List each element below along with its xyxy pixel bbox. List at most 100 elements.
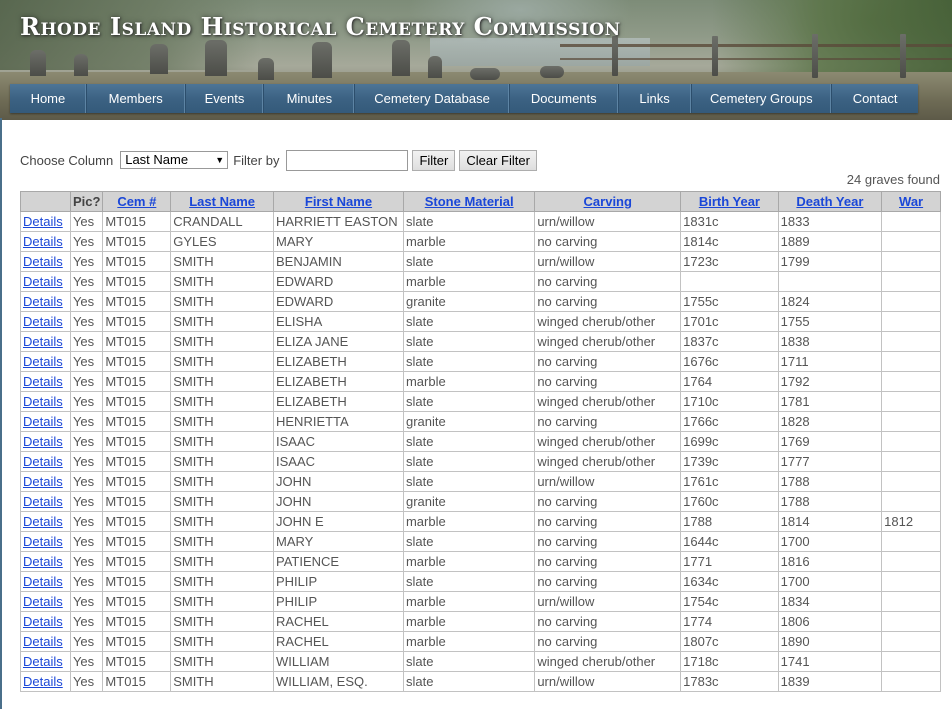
death-year-cell: 1833 (777, 211, 883, 232)
sort-death-year-link[interactable]: Death Year (796, 194, 863, 209)
graves-table: Pic? Cem # Last Name First Name Stone Ma… (20, 191, 941, 692)
war-cell (881, 411, 941, 432)
stone-material-cell: granite (402, 291, 536, 312)
sort-cem-number-link[interactable]: Cem # (117, 194, 156, 209)
pic-cell: Yes (69, 291, 104, 312)
details-link[interactable]: Details (23, 414, 63, 429)
details-cell: Details (20, 671, 71, 692)
pic-cell: Yes (69, 591, 104, 612)
nav-links[interactable]: Links (619, 84, 692, 113)
table-row: Details Yes MT015 SMITH JOHN granite no carvin… (20, 491, 941, 512)
details-link[interactable]: Details (23, 234, 63, 249)
birth-year-cell: 1761c (680, 471, 779, 492)
details-cell: Details (20, 431, 71, 452)
birth-year-cell: 1837c (680, 331, 779, 352)
sort-last-name-link[interactable]: Last Name (189, 194, 255, 209)
carving-cell: winged cherub/other (534, 431, 682, 452)
nav-home[interactable]: Home (10, 84, 87, 113)
cem-number-cell: MT015 (102, 551, 172, 572)
sort-carving-link[interactable]: Carving (584, 194, 632, 209)
filter-controls: Choose Column Last Name ▼ Filter by Filt… (20, 149, 537, 171)
birth-year-cell: 1739c (680, 451, 779, 472)
cem-number-cell: MT015 (102, 431, 172, 452)
death-year-cell: 1834 (777, 591, 883, 612)
war-cell (881, 491, 941, 512)
details-link[interactable]: Details (23, 674, 63, 689)
war-cell (881, 591, 941, 612)
birth-year-cell: 1710c (680, 391, 779, 412)
death-year-cell (777, 271, 883, 292)
details-link[interactable]: Details (23, 594, 63, 609)
nav-contact[interactable]: Contact (832, 84, 918, 113)
header-stone-material: Stone Material (402, 191, 536, 212)
details-link[interactable]: Details (23, 514, 63, 529)
sort-stone-material-link[interactable]: Stone Material (425, 194, 514, 209)
pic-cell: Yes (69, 451, 104, 472)
birth-year-cell: 1783c (680, 671, 779, 692)
first-name-cell: HARRIETT EASTON (273, 211, 404, 232)
details-cell: Details (20, 371, 71, 392)
details-cell: Details (20, 551, 71, 572)
birth-year-cell: 1831c (680, 211, 779, 232)
last-name-cell: SMITH (170, 631, 274, 652)
war-cell (881, 531, 941, 552)
birth-year-cell: 1764 (680, 371, 779, 392)
table-row: Details Yes MT015 SMITH JOHN Emarble no carvi… (20, 511, 941, 532)
details-link[interactable]: Details (23, 214, 63, 229)
carving-cell: no carving (534, 611, 682, 632)
nav-cemetery-groups[interactable]: Cemetery Groups (692, 84, 833, 113)
sort-war-link[interactable]: War (899, 194, 923, 209)
nav-events[interactable]: Events (186, 84, 265, 113)
death-year-cell: 1890 (777, 631, 883, 652)
birth-year-cell: 1754c (680, 591, 779, 612)
details-link[interactable]: Details (23, 254, 63, 269)
nav-documents[interactable]: Documents (510, 84, 619, 113)
details-link[interactable]: Details (23, 294, 63, 309)
banner-fence-rail (560, 58, 952, 60)
details-link[interactable]: Details (23, 434, 63, 449)
sort-birth-year-link[interactable]: Birth Year (699, 194, 760, 209)
details-link[interactable]: Details (23, 454, 63, 469)
result-count: 24 graves found (846, 172, 940, 187)
details-link[interactable]: Details (23, 314, 63, 329)
filter-button[interactable]: Filter (412, 149, 456, 171)
pic-cell: Yes (69, 571, 104, 592)
details-link[interactable]: Details (23, 334, 63, 349)
details-link[interactable]: Details (23, 574, 63, 589)
first-name-cell: ELIZA JANE (273, 331, 404, 352)
cem-number-cell: MT015 (102, 311, 172, 332)
details-link[interactable]: Details (23, 474, 63, 489)
nav-members[interactable]: Members (87, 84, 186, 113)
nav-minutes[interactable]: Minutes (264, 84, 356, 113)
details-link[interactable]: Details (23, 534, 63, 549)
death-year-cell: 1777 (777, 451, 883, 472)
last-name-cell: SMITH (170, 371, 274, 392)
birth-year-cell: 1676c (680, 351, 779, 372)
nav-cemetery-database[interactable]: Cemetery Database (355, 84, 510, 113)
carving-cell: urn/willow (534, 471, 682, 492)
table-row: Details Yes MT015 GYLES MARY marble no carving… (20, 231, 941, 252)
details-link[interactable]: Details (23, 654, 63, 669)
details-link[interactable]: Details (23, 354, 63, 369)
header-cem-number: Cem # (102, 191, 172, 212)
details-cell: Details (20, 251, 71, 272)
details-link[interactable]: Details (23, 634, 63, 649)
details-link[interactable]: Details (23, 494, 63, 509)
filter-by-label: Filter by (233, 152, 280, 168)
header-birth-year: Birth Year (680, 191, 779, 212)
table-row: Details Yes MT015 SMITH EDWARD granite no carv… (20, 291, 941, 312)
fence-post-image (812, 34, 818, 78)
first-name-cell: ELISHA (273, 311, 404, 332)
sort-first-name-link[interactable]: First Name (305, 194, 372, 209)
banner-fence-rail (560, 44, 952, 47)
details-link[interactable]: Details (23, 274, 63, 289)
cem-number-cell: MT015 (102, 391, 172, 412)
column-select[interactable]: Last Name ▼ (120, 151, 229, 169)
details-link[interactable]: Details (23, 554, 63, 569)
clear-filter-button[interactable]: Clear Filter (459, 149, 537, 171)
details-link[interactable]: Details (23, 614, 63, 629)
details-link[interactable]: Details (23, 374, 63, 389)
details-link[interactable]: Details (23, 394, 63, 409)
filter-input[interactable] (286, 149, 409, 171)
first-name-cell: RACHEL (273, 631, 404, 652)
